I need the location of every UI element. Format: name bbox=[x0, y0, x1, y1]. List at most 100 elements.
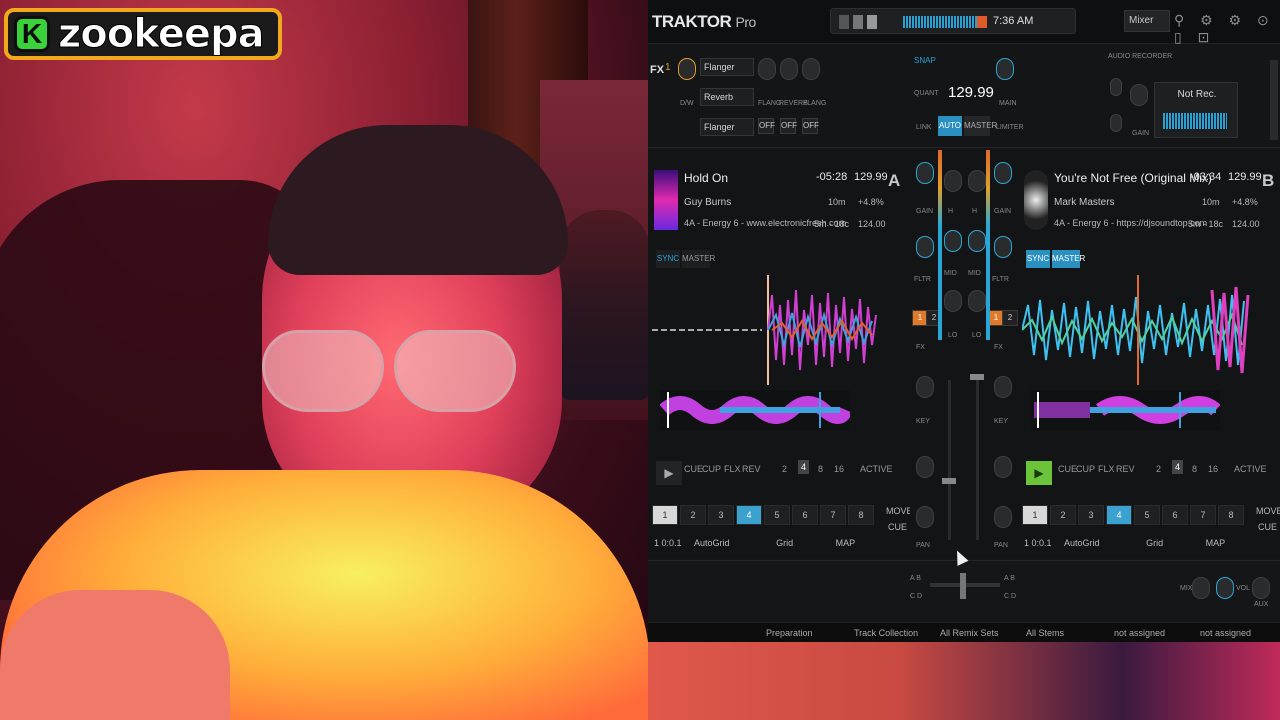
deck-a-hotcue-8[interactable]: 8 bbox=[848, 505, 874, 525]
deck-a-grid-button[interactable]: Grid bbox=[776, 538, 793, 548]
deck-a-hotcue-4[interactable]: 4 bbox=[736, 505, 762, 525]
ch-b-fader-cap[interactable] bbox=[970, 374, 984, 380]
deck-b-hotcue-4[interactable]: 4 bbox=[1106, 505, 1132, 525]
fx-select-2[interactable]: Reverb bbox=[700, 88, 754, 106]
main-volume-knob[interactable] bbox=[996, 58, 1014, 80]
deck-a-hotcue-7[interactable]: 7 bbox=[820, 505, 846, 525]
deck-a-loop-2[interactable]: 2 bbox=[782, 464, 787, 474]
ch-a-pan-knob[interactable] bbox=[916, 506, 934, 528]
ch-b-headphone-button[interactable] bbox=[994, 456, 1012, 478]
deck-a-sync-button[interactable]: SYNC bbox=[656, 250, 680, 268]
fx-select-1[interactable]: Flanger bbox=[700, 58, 754, 76]
deck-b-autogrid-button[interactable]: AutoGrid bbox=[1064, 538, 1100, 548]
cue-mix-knob[interactable] bbox=[1192, 577, 1210, 599]
link-label[interactable]: LINK bbox=[916, 124, 932, 131]
deck-b-loop-2[interactable]: 2 bbox=[1156, 464, 1161, 474]
deck-b-loop-8[interactable]: 8 bbox=[1192, 464, 1197, 474]
browser-stems[interactable]: All Stems bbox=[1026, 628, 1064, 638]
fx-knob-2[interactable] bbox=[780, 58, 798, 80]
master-clock-button[interactable]: MASTER bbox=[964, 116, 997, 136]
deck-b-master-button[interactable]: MASTER bbox=[1052, 250, 1085, 268]
cue-vol-knob[interactable] bbox=[1216, 577, 1234, 599]
auto-button[interactable]: AUTO bbox=[938, 116, 962, 136]
aux-knob[interactable] bbox=[1252, 577, 1270, 599]
deck-a-waveform[interactable] bbox=[652, 275, 880, 385]
deck-a-cue-button[interactable]: CUE bbox=[684, 464, 703, 474]
ch-b-fx2-button[interactable]: 2 bbox=[1002, 310, 1018, 326]
quant-label[interactable]: QUANT bbox=[914, 90, 939, 97]
ch-a-filter-knob[interactable] bbox=[916, 236, 934, 258]
deck-b-rev-button[interactable]: REV bbox=[1116, 464, 1135, 474]
deck-a-rev-button[interactable]: REV bbox=[742, 464, 761, 474]
fx-select-3[interactable]: Flanger bbox=[700, 118, 754, 136]
deck-a-map-button[interactable]: MAP bbox=[836, 538, 856, 548]
deck-a-loop-8[interactable]: 8 bbox=[818, 464, 823, 474]
fx-off-button-2[interactable]: OFF bbox=[780, 118, 797, 134]
ch-b-lo-knob[interactable] bbox=[968, 290, 986, 312]
deck-b-hotcue-2[interactable]: 2 bbox=[1050, 505, 1076, 525]
deck-b-map-button[interactable]: MAP bbox=[1206, 538, 1226, 548]
ch-b-fader[interactable] bbox=[976, 380, 979, 540]
rec-cut-button[interactable] bbox=[1110, 78, 1122, 96]
deck-b-sync-button[interactable]: SYNC bbox=[1026, 250, 1050, 268]
deck-b-hotcue-3[interactable]: 3 bbox=[1078, 505, 1104, 525]
deck-b-overview[interactable] bbox=[1030, 390, 1220, 430]
deck-a-loop-16[interactable]: 16 bbox=[834, 464, 844, 474]
deck-b-hotcue-8[interactable]: 8 bbox=[1218, 505, 1244, 525]
fx-off-button-1[interactable]: OFF bbox=[758, 118, 775, 134]
deck-b-letter[interactable]: B bbox=[1262, 171, 1274, 191]
deck-b-hotcue-5[interactable]: 5 bbox=[1134, 505, 1160, 525]
deck-a-autogrid-button[interactable]: AutoGrid bbox=[694, 538, 730, 548]
ch-b-mid-knob[interactable] bbox=[968, 230, 986, 252]
layout-select[interactable]: Mixer bbox=[1124, 10, 1170, 32]
ch-b-gain-knob[interactable] bbox=[994, 162, 1012, 184]
deck-b-hotcue-1[interactable]: 1 bbox=[1022, 505, 1048, 525]
deck-b-cue-button[interactable]: CUE bbox=[1058, 464, 1077, 474]
ch-b-key-knob[interactable] bbox=[994, 376, 1012, 398]
toolbar-icons[interactable]: ⚲ ⚙ ⚙ ⊙ ▯ ⊡ bbox=[1174, 12, 1280, 46]
ch-a-fader-cap[interactable] bbox=[942, 478, 956, 484]
ch-a-hi-knob[interactable] bbox=[944, 170, 962, 192]
deck-a-hotcue-3[interactable]: 3 bbox=[708, 505, 734, 525]
deck-a-flx-button[interactable]: FLX bbox=[724, 464, 741, 474]
browser-remix-sets[interactable]: All Remix Sets bbox=[940, 628, 999, 638]
fx-off-button-3[interactable]: OFF bbox=[802, 118, 819, 134]
deck-a-hotcue-1[interactable]: 1 bbox=[652, 505, 678, 525]
ch-a-gain-knob[interactable] bbox=[916, 162, 934, 184]
deck-b-loop-4[interactable]: 4 bbox=[1172, 460, 1184, 474]
deck-b-flx-button[interactable]: FLX bbox=[1098, 464, 1115, 474]
deck-b-grid-button[interactable]: Grid bbox=[1146, 538, 1163, 548]
dry-wet-knob[interactable] bbox=[678, 58, 696, 80]
deck-a-cup-button[interactable]: CUP bbox=[702, 464, 721, 474]
deck-b-loop-16[interactable]: 16 bbox=[1208, 464, 1218, 474]
deck-b-hotcue-6[interactable]: 6 bbox=[1162, 505, 1188, 525]
deck-b-active-button[interactable]: ACTIVE bbox=[1234, 464, 1267, 474]
browser-preparation[interactable]: Preparation bbox=[766, 628, 813, 638]
browser-not-assigned-2[interactable]: not assigned bbox=[1200, 628, 1251, 638]
deck-a-loop-4[interactable]: 4 bbox=[798, 460, 810, 474]
deck-b-waveform[interactable] bbox=[1022, 275, 1250, 385]
deck-a-play-button[interactable]: ▶ bbox=[656, 461, 682, 485]
rec-gain-knob[interactable] bbox=[1130, 84, 1148, 106]
ch-a-headphone-button[interactable] bbox=[916, 456, 934, 478]
ch-a-key-knob[interactable] bbox=[916, 376, 934, 398]
deck-b-cup-button[interactable]: CUP bbox=[1076, 464, 1095, 474]
fx-knob-1[interactable] bbox=[758, 58, 776, 80]
ch-a-fader[interactable] bbox=[948, 380, 951, 540]
ch-a-mid-knob[interactable] bbox=[944, 230, 962, 252]
deck-b-play-button[interactable]: ▶ bbox=[1026, 461, 1052, 485]
snap-label[interactable]: SNAP bbox=[914, 56, 936, 65]
deck-b-hotcue-7[interactable]: 7 bbox=[1190, 505, 1216, 525]
ch-b-pan-knob[interactable] bbox=[994, 506, 1012, 528]
crossfader-cap[interactable] bbox=[960, 573, 966, 599]
deck-a-active-button[interactable]: ACTIVE bbox=[860, 464, 893, 474]
fx-knob-3[interactable] bbox=[802, 58, 820, 80]
browser-not-assigned-1[interactable]: not assigned bbox=[1114, 628, 1165, 638]
deck-a-letter[interactable]: A bbox=[888, 171, 900, 191]
ch-b-hi-knob[interactable] bbox=[968, 170, 986, 192]
ch-b-filter-knob[interactable] bbox=[994, 236, 1012, 258]
deck-a-hotcue-2[interactable]: 2 bbox=[680, 505, 706, 525]
deck-a-hotcue-6[interactable]: 6 bbox=[792, 505, 818, 525]
deck-a-overview[interactable] bbox=[660, 390, 850, 430]
browser-track-collection[interactable]: Track Collection bbox=[854, 628, 918, 638]
